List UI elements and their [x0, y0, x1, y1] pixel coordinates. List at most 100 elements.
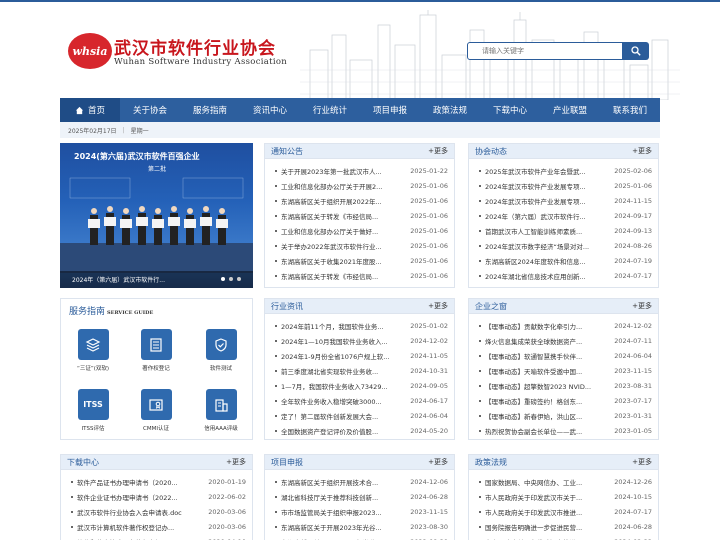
nav-item-home[interactable]: 首页	[60, 98, 120, 122]
list-item-title[interactable]: 东湖高新区关于开展2023年光谷...	[275, 522, 404, 532]
list-item[interactable]: 烽火信息集成荣获全球数据资产... 2024-07-11	[479, 333, 652, 348]
list-item-title[interactable]: 2024年武汉市软件产业发展专项...	[479, 196, 608, 206]
list-item[interactable]: 2024年武汉市数字经济“场景对对... 2024-08-26	[479, 238, 652, 253]
list-item-title[interactable]: 首期武汉市人工智能训练师素质...	[479, 226, 608, 236]
more-link[interactable]: +更多	[632, 457, 652, 467]
list-item-title[interactable]: 2025年武汉市软件产业年会暨武...	[479, 166, 608, 176]
list-item-title[interactable]: 定了！第二届软件创新发展大会...	[275, 411, 404, 421]
list-item-title[interactable]: 市人民政府关于印发武汉市关于...	[479, 492, 608, 502]
list-item-title[interactable]: 国家数据局、中央网信办、工业...	[479, 477, 608, 487]
list-item[interactable]: 关于开展2023年第一批武汉市人... 2025-01-22	[275, 163, 448, 178]
search-input[interactable]	[467, 42, 623, 60]
list-item[interactable]: 前三季度湖北省实现软件业务收... 2024-10-31	[275, 363, 448, 378]
carousel-dot[interactable]	[221, 277, 225, 281]
nav-item-projects[interactable]: 项目申报	[360, 98, 420, 122]
more-link[interactable]: +更多	[226, 457, 246, 467]
list-item-title[interactable]: 武汉市计算机软件著作权登记办...	[71, 522, 202, 532]
service-item-cmmi[interactable]: CMMI认证	[131, 389, 181, 432]
list-item[interactable]: 2024年1-9月份全省1076户规上软... 2024-11-05	[275, 348, 448, 363]
list-item[interactable]: 关于举办2022年武汉市软件行业... 2025-01-06	[275, 238, 448, 253]
list-item-title[interactable]: 烽火信息集成荣获全球数据资产...	[479, 336, 608, 346]
list-item-title[interactable]: 2024年1—10月我国软件业务收入...	[275, 336, 404, 346]
nav-item-download[interactable]: 下载中心	[480, 98, 540, 122]
list-item[interactable]: 武汉市软件行业协会入会申请表.doc 2020-03-06	[71, 504, 246, 519]
carousel-dot[interactable]	[229, 277, 233, 281]
list-item-title[interactable]: 全年软件业务收入稳增突破3000...	[275, 396, 404, 406]
list-item[interactable]: 【理事动态】超擎数智2023 NVID... 2023-08-31	[479, 378, 652, 393]
list-item[interactable]: 湖北省科技厅关于推荐科技创新... 2024-06-28	[275, 489, 448, 504]
more-link[interactable]: +更多	[428, 301, 448, 311]
list-item-title[interactable]: 【理事动态】贡献数字化牵引力...	[479, 321, 608, 331]
list-item[interactable]: 市市场监管局关于组织申报2023... 2023-11-15	[275, 504, 448, 519]
list-item-title[interactable]: 热烈祝贺协会副会长单位——武...	[479, 426, 608, 436]
list-item[interactable]: 武汉市计算机软件著作权登记办... 2020-03-06	[71, 519, 246, 534]
list-item-title[interactable]: 1—7月，我国软件业务收入73429...	[275, 381, 404, 391]
list-item-title[interactable]: 2024年（第六届）武汉市软件行...	[479, 211, 608, 221]
list-item-title[interactable]: 【理事动态】天喻软件受邀中国...	[479, 366, 608, 376]
nav-item-policy[interactable]: 政策法规	[420, 98, 480, 122]
list-item[interactable]: 【理事动态】软通智慧携手伙伴... 2024-06-04	[479, 348, 652, 363]
list-item[interactable]: 全国数据资产登记评价及价值股... 2024-05-20	[275, 423, 448, 438]
search-button[interactable]	[622, 42, 649, 60]
list-item-title[interactable]: 【理事动态】超擎数智2023 NVID...	[479, 381, 608, 391]
list-item[interactable]: 国家数据局、中央网信办、工业... 2024-12-26	[479, 474, 652, 489]
list-item[interactable]: 软件产品证书办理申请书（2020... 2020-01-19	[71, 474, 246, 489]
list-item[interactable]: 东湖高新区2024年度软件和信息... 2024-07-19	[479, 253, 652, 268]
list-item[interactable]: 东湖高新区关于收集2021年度股... 2025-01-06	[275, 253, 448, 268]
list-item-title[interactable]: 2024年1-9月份全省1076户规上软...	[275, 351, 404, 361]
list-item[interactable]: 2024年前11个月，我国软件业务... 2025-01-02	[275, 318, 448, 333]
service-item-testing[interactable]: 软件测试	[196, 329, 246, 372]
list-item-title[interactable]: 市人民政府关于印发武汉市推进...	[479, 537, 608, 540]
list-item-title[interactable]: 国务院报告明确进一步促进民营...	[479, 522, 608, 532]
nav-item-alliance[interactable]: 产业联盟	[540, 98, 600, 122]
list-item-title[interactable]: 关于开展2023年第一批武汉市人...	[275, 166, 404, 176]
list-item-title[interactable]: 2024年前11个月，我国软件业务...	[275, 321, 404, 331]
banner-carousel[interactable]: 2024(第六届)武汉市软件百强企业 第二批 2024年（第六届）武汉市软件行.…	[60, 143, 253, 288]
list-item-title[interactable]: 东湖高新区关于开展2022年光谷...	[275, 537, 404, 540]
list-item[interactable]: 2024年武汉市软件产业发展专项... 2025-01-06	[479, 178, 652, 193]
list-item[interactable]: 软件和信息技术服务外包申报...2020-04-10	[71, 534, 246, 540]
list-item-title[interactable]: 东湖高新区关于组织开展技术合...	[275, 477, 404, 487]
list-item-title[interactable]: 市人民政府关于印发武汉市推进...	[479, 507, 608, 517]
list-item[interactable]: 2025年武汉市软件产业年会暨武... 2025-02-06	[479, 163, 652, 178]
more-link[interactable]: +更多	[632, 301, 652, 311]
list-item-title[interactable]: 湖北省科技厅关于推荐科技创新...	[275, 492, 404, 502]
list-item[interactable]: 东湖高新区关于组织开展技术合... 2024-12-06	[275, 474, 448, 489]
service-item-copyright[interactable]: 著作权登记	[131, 329, 181, 372]
nav-item-news[interactable]: 资讯中心	[240, 98, 300, 122]
list-item-title[interactable]: 软件和信息技术服务外包申报...	[71, 537, 202, 540]
nav-item-stats[interactable]: 行业统计	[300, 98, 360, 122]
list-item-title[interactable]: 软件产品证书办理申请书（2020...	[71, 477, 202, 487]
list-item[interactable]: 东湖高新区关于开展2022年光谷...2022-08-29	[275, 534, 448, 540]
list-item[interactable]: 【理事动态】新春伊始，洪山区... 2023-01-31	[479, 408, 652, 423]
list-item[interactable]: 东湖高新区关于转发《市经信局... 2025-01-06	[275, 268, 448, 283]
list-item-title[interactable]: 2024年武汉市软件产业发展专项...	[479, 181, 608, 191]
list-item-title[interactable]: 工业和信息化部办公厅关于开展2...	[275, 181, 404, 191]
list-item[interactable]: 东湖高新区关于转发《市经信局... 2025-01-06	[275, 208, 448, 223]
list-item-title[interactable]: 关于举办2022年武汉市软件行业...	[275, 241, 404, 251]
logo-title-cn[interactable]: 武汉市软件行业协会	[114, 34, 276, 59]
logo-mark[interactable]: whsia	[68, 33, 112, 69]
list-item[interactable]: 2024年1—10月我国软件业务收入... 2024-12-02	[275, 333, 448, 348]
nav-item-contact[interactable]: 联系我们	[600, 98, 660, 122]
list-item[interactable]: 市人民政府关于印发武汉市推进...2024-02-22	[479, 534, 652, 540]
list-item[interactable]: 全年软件业务收入稳增突破3000... 2024-06-17	[275, 393, 448, 408]
list-item-title[interactable]: 【理事动态】重磅签约！格创东...	[479, 396, 608, 406]
list-item-title[interactable]: 软件企业证书办理申请书（2022...	[71, 492, 202, 502]
list-item[interactable]: 首期武汉市人工智能训练师素质... 2024-09-13	[479, 223, 652, 238]
list-item-title[interactable]: 工业和信息化部办公厅关于做好...	[275, 226, 404, 236]
list-item[interactable]: 【理事动态】贡献数字化牵引力... 2024-12-02	[479, 318, 652, 333]
more-link[interactable]: +更多	[428, 457, 448, 467]
service-item-double-soft[interactable]: “三证”(双软)	[68, 329, 118, 372]
list-item-title[interactable]: 武汉市软件行业协会入会申请表.doc	[71, 507, 202, 517]
list-item-title[interactable]: 2024年武汉市数字经济“场景对对...	[479, 241, 608, 251]
list-item-title[interactable]: 【理事动态】新春伊始，洪山区...	[479, 411, 608, 421]
list-item[interactable]: 【理事动态】天喻软件受邀中国... 2023-11-15	[479, 363, 652, 378]
list-item[interactable]: 【理事动态】重磅签约！格创东... 2023-07-17	[479, 393, 652, 408]
list-item-title[interactable]: 东湖高新区关于转发《市经信局...	[275, 211, 404, 221]
list-item[interactable]: 2024年武汉市软件产业发展专项... 2024-11-15	[479, 193, 652, 208]
carousel-dot[interactable]	[237, 277, 241, 281]
nav-item-about[interactable]: 关于协会	[120, 98, 180, 122]
list-item[interactable]: 市人民政府关于印发武汉市推进... 2024-07-17	[479, 504, 652, 519]
list-item[interactable]: 国务院报告明确进一步促进民营... 2024-06-28	[479, 519, 652, 534]
